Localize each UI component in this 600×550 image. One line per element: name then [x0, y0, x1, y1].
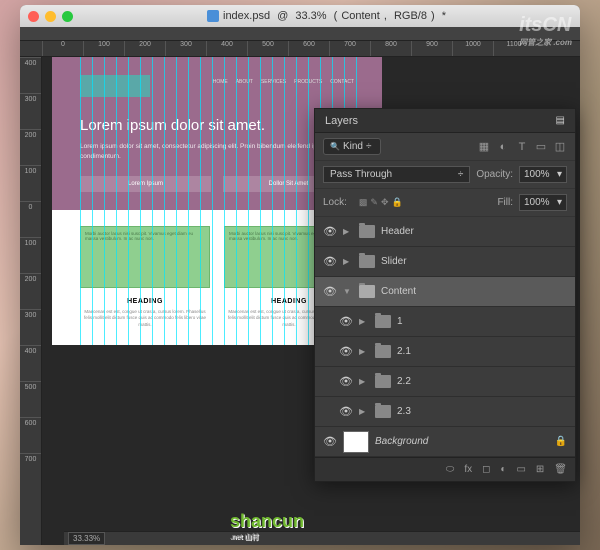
- hero-heading: Lorem ipsum dolor sit amet.: [80, 117, 354, 134]
- expand-icon[interactable]: ▶: [359, 377, 369, 386]
- layers-tab[interactable]: Layers: [325, 115, 358, 127]
- minimize-icon[interactable]: [45, 11, 56, 22]
- visibility-icon[interactable]: 👁: [323, 285, 337, 298]
- nav: HOMEABOUTSERVICESPRODUCTSCONTACT: [80, 79, 354, 85]
- lock-image-icon[interactable]: ✎: [370, 197, 378, 208]
- ruler-horizontal[interactable]: 010020030040050060070080090010001100: [20, 41, 580, 57]
- layer-content[interactable]: 👁▼Content: [315, 277, 575, 307]
- layer-1[interactable]: 👁▶1: [315, 307, 575, 337]
- blend-opacity-row: Pass Through÷ Opacity: 100%▾: [315, 161, 575, 189]
- layers-panel[interactable]: Layers ▤ Kind÷ ▦ ◐ T ▭ ◫ Pass Through÷ O…: [314, 108, 576, 482]
- layers-panel-header[interactable]: Layers ▤: [315, 109, 575, 133]
- lock-fill-row: Lock: ▩ ✎ ✥ 🔒 Fill: 100%▾: [315, 189, 575, 217]
- ruler-vertical[interactable]: 4003002001000100200300400500600700: [20, 57, 42, 545]
- layer-thumbnail: [343, 431, 369, 453]
- expand-icon[interactable]: ▶: [359, 407, 369, 416]
- filter-pixel-icon[interactable]: ▦: [477, 140, 491, 154]
- opacity-label: Opacity:: [476, 169, 513, 180]
- fill-input[interactable]: 100%▾: [519, 194, 567, 211]
- delete-icon[interactable]: 🗑: [554, 464, 567, 475]
- visibility-icon[interactable]: 👁: [323, 225, 337, 238]
- layer-2-3[interactable]: 👁▶2.3: [315, 397, 575, 427]
- card-1: Morbi auctor lacus nisi suscipit. Vivamu…: [80, 226, 210, 329]
- lock-position-icon[interactable]: ✥: [381, 197, 389, 208]
- traffic-lights: [28, 11, 73, 22]
- expand-icon[interactable]: ▶: [343, 227, 353, 236]
- filter-kind-select[interactable]: Kind÷: [323, 138, 381, 155]
- document-title: index.psd @ 33.3% (Content, RGB/8) *: [81, 10, 572, 22]
- folder-icon: [375, 405, 391, 418]
- psd-icon: [207, 10, 219, 22]
- visibility-icon[interactable]: 👁: [339, 375, 353, 388]
- link-layers-icon[interactable]: ⬭: [446, 464, 455, 475]
- visibility-icon[interactable]: 👁: [339, 345, 353, 358]
- filter-adjust-icon[interactable]: ◐: [496, 140, 510, 154]
- layer-filter-row: Kind÷ ▦ ◐ T ▭ ◫: [315, 133, 575, 161]
- layer-slider[interactable]: 👁▶Slider: [315, 247, 575, 277]
- layer-2-1[interactable]: 👁▶2.1: [315, 337, 575, 367]
- watermark-shancun: shancun.net 山村: [230, 511, 304, 542]
- hero-button-1: Lorem Ipsum: [80, 176, 211, 192]
- layers-footer: ⬭ fx ◻ ◐ ▭ ⊞ 🗑: [315, 457, 575, 481]
- maximize-icon[interactable]: [62, 11, 73, 22]
- titlebar[interactable]: index.psd @ 33.3% (Content, RGB/8) *: [20, 5, 580, 27]
- card-image: Morbi auctor lacus nisi suscipit. Vivamu…: [80, 226, 210, 288]
- visibility-icon[interactable]: 👁: [339, 405, 353, 418]
- opacity-input[interactable]: 100%▾: [519, 166, 567, 183]
- card-heading: HEADING: [80, 298, 210, 305]
- layer-2-2[interactable]: 👁▶2.2: [315, 367, 575, 397]
- card-body: Maecenas est est, congue ut cras a, curs…: [80, 309, 210, 329]
- lock-label: Lock:: [323, 197, 347, 208]
- panel-menu-icon[interactable]: ▤: [556, 115, 565, 126]
- group-icon[interactable]: ▭: [516, 464, 525, 475]
- filter-type-icon[interactable]: T: [515, 140, 529, 154]
- mask-icon[interactable]: ◻: [482, 464, 490, 475]
- adjustment-icon[interactable]: ◐: [500, 464, 506, 475]
- fx-icon[interactable]: fx: [464, 464, 472, 475]
- expand-icon[interactable]: ▶: [359, 347, 369, 356]
- visibility-icon[interactable]: 👁: [339, 315, 353, 328]
- collapse-icon[interactable]: ▼: [343, 287, 353, 296]
- lock-transparent-icon[interactable]: ▩: [359, 197, 368, 208]
- visibility-icon[interactable]: 👁: [323, 435, 337, 448]
- folder-icon: [359, 255, 375, 268]
- lock-icon[interactable]: 🔒: [555, 436, 567, 447]
- hero-body: Lorem ipsum dolor sit amet, consectetur …: [80, 142, 354, 162]
- options-bar[interactable]: [20, 27, 580, 41]
- layer-header[interactable]: 👁▶Header: [315, 217, 575, 247]
- filter-smart-icon[interactable]: ◫: [553, 140, 567, 154]
- folder-icon: [375, 315, 391, 328]
- close-icon[interactable]: [28, 11, 39, 22]
- folder-icon: [359, 225, 375, 238]
- folder-icon: [375, 375, 391, 388]
- folder-open-icon: [359, 285, 375, 298]
- folder-icon: [375, 345, 391, 358]
- visibility-icon[interactable]: 👁: [323, 255, 337, 268]
- blend-mode-select[interactable]: Pass Through÷: [323, 166, 470, 183]
- layer-background[interactable]: 👁Background🔒: [315, 427, 575, 457]
- new-layer-icon[interactable]: ⊞: [536, 464, 544, 475]
- lock-all-icon[interactable]: 🔒: [392, 197, 403, 208]
- zoom-level[interactable]: 33.33%: [68, 532, 105, 545]
- watermark-itscn: itsCN网管之家 .com: [519, 14, 572, 48]
- scrollbar-horizontal[interactable]: 33.33%: [64, 531, 580, 545]
- filter-shape-icon[interactable]: ▭: [534, 140, 548, 154]
- fill-label: Fill:: [497, 197, 513, 208]
- layers-list: 👁▶Header 👁▶Slider 👁▼Content 👁▶1 👁▶2.1 👁▶…: [315, 217, 575, 457]
- expand-icon[interactable]: ▶: [359, 317, 369, 326]
- expand-icon[interactable]: ▶: [343, 257, 353, 266]
